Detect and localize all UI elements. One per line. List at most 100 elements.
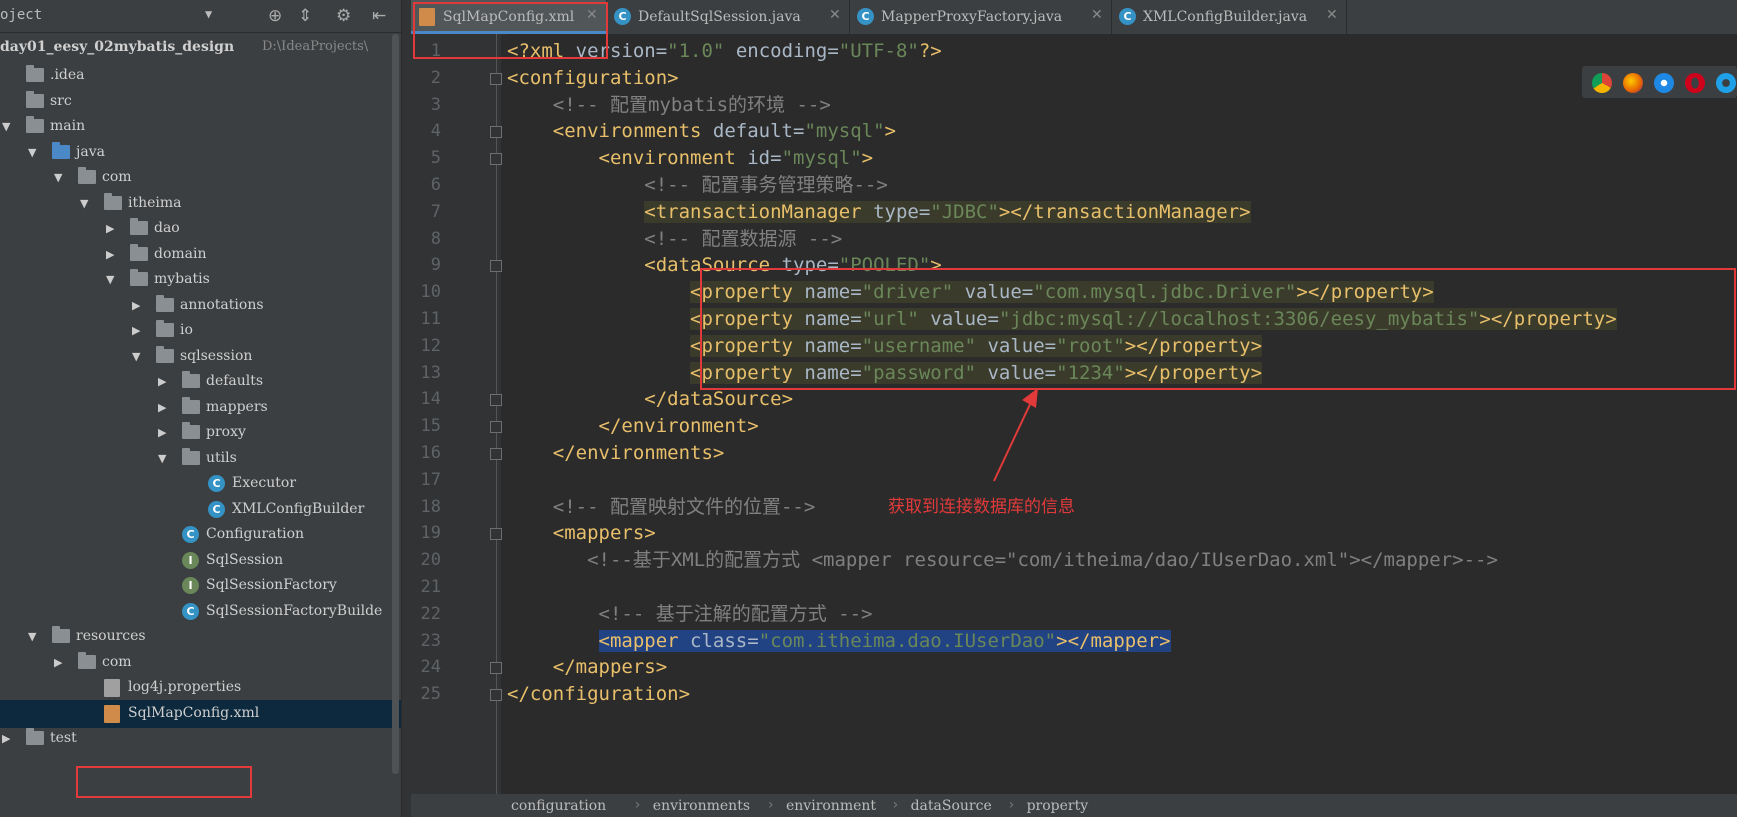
tree-item[interactable]: SqlMapConfig.xml <box>0 699 401 728</box>
tree-item[interactable]: ▶ defaults <box>0 368 401 396</box>
code-line[interactable]: <mappers> <box>507 520 656 547</box>
expanded-arrow-icon[interactable]: ▼ <box>54 171 62 184</box>
collapsed-arrow-icon[interactable]: ▶ <box>106 222 114 235</box>
code-line[interactable]: <configuration> <box>507 65 679 92</box>
tree-item[interactable]: ▼ java <box>0 139 401 167</box>
tree-item[interactable]: C Executor <box>0 470 401 498</box>
fold-marker-icon[interactable] <box>490 72 502 85</box>
tree-item[interactable]: ▼ mybatis <box>0 266 401 294</box>
tree-item-label: sqlsession <box>180 347 253 364</box>
tree-item[interactable]: C XMLConfigBuilder <box>0 496 401 524</box>
fold-marker-icon[interactable] <box>490 394 502 407</box>
project-root[interactable]: day01_eesy_02mybatis_design D:\IdeaProje… <box>0 34 401 62</box>
tree-item[interactable]: ▶ test <box>0 725 401 753</box>
expanded-arrow-icon[interactable]: ▼ <box>132 350 140 363</box>
code-line[interactable]: <!-- 配置映射文件的位置--> <box>507 494 816 521</box>
tree-item[interactable]: ▼ com <box>0 164 401 192</box>
expanded-arrow-icon[interactable]: ▼ <box>28 630 36 643</box>
code-line[interactable]: <!--基于XML的配置方式 <mapper resource="com/ith… <box>507 547 1498 574</box>
code-line[interactable]: </environment> <box>507 413 759 440</box>
code-line[interactable]: </dataSource> <box>507 386 793 413</box>
collapsed-arrow-icon[interactable]: ▶ <box>132 299 140 312</box>
code-editor[interactable]: <?xml version="1.0" encoding="UTF-8"?> <c… <box>507 34 1737 794</box>
tree-item[interactable]: ▶ dao <box>0 215 401 243</box>
tree-item-label: com <box>102 169 132 185</box>
expanded-arrow-icon[interactable]: ▼ <box>2 120 10 133</box>
code-line[interactable]: <!-- 配置mybatis的环境 --> <box>507 92 831 119</box>
tree-item[interactable]: C Configuration <box>0 521 401 549</box>
code-line[interactable]: <environment id="mysql"> <box>507 145 874 172</box>
code-line[interactable]: </mappers> <box>507 654 667 681</box>
code-line[interactable]: <transactionManager type="JDBC"></transa… <box>507 199 1251 226</box>
collapse-icon[interactable]: ⇕ <box>298 6 312 26</box>
tree-item[interactable]: ▶ io <box>0 317 401 345</box>
fold-marker-icon[interactable] <box>490 153 502 166</box>
gear-icon[interactable]: ⚙ <box>336 6 351 26</box>
expanded-arrow-icon[interactable]: ▼ <box>106 273 114 286</box>
sidebar-scrollbar[interactable] <box>392 34 399 774</box>
tree-item[interactable]: ▶ proxy <box>0 419 401 447</box>
folder-icon <box>26 116 44 133</box>
close-icon[interactable]: ✕ <box>1091 7 1103 23</box>
code-line[interactable]: </environments> <box>507 440 725 467</box>
tree-item[interactable]: I SqlSessionFactory <box>0 572 401 600</box>
code-line[interactable]: <!-- 基于注解的配置方式 --> <box>507 601 873 628</box>
tree-item[interactable]: .idea <box>0 62 401 90</box>
chrome-icon[interactable] <box>1592 73 1612 93</box>
tree-item[interactable]: I SqlSession <box>0 547 401 575</box>
breadcrumb-item[interactable]: dataSource <box>911 798 992 814</box>
firefox-icon[interactable] <box>1623 73 1643 93</box>
fold-marker-icon[interactable] <box>490 662 502 675</box>
code-line[interactable]: <mapper class="com.itheima.dao.IUserDao"… <box>507 628 1171 655</box>
safari-icon[interactable] <box>1654 73 1674 93</box>
editor-tab[interactable]: C DefaultSqlSession.java ✕ <box>606 0 850 34</box>
fold-marker-icon[interactable] <box>490 448 502 460</box>
editor-tab[interactable]: C XMLConfigBuilder.java ✕ <box>1111 0 1347 34</box>
editor-tab[interactable]: C MapperProxyFactory.java ✕ <box>849 0 1112 34</box>
ie-icon[interactable] <box>1716 73 1736 93</box>
collapsed-arrow-icon[interactable]: ▶ <box>2 732 10 745</box>
tree-item[interactable]: ▶ mappers <box>0 394 401 422</box>
fold-marker-icon[interactable] <box>490 260 502 273</box>
tree-item[interactable]: C SqlSessionFactoryBuilde <box>0 598 401 626</box>
tree-item[interactable]: ▼ sqlsession <box>0 343 401 371</box>
project-view-label[interactable]: oject <box>0 7 42 23</box>
tree-item[interactable]: ▼ main <box>0 113 401 141</box>
fold-marker-icon[interactable] <box>490 126 502 139</box>
collapsed-arrow-icon[interactable]: ▶ <box>106 248 114 261</box>
breadcrumb-item[interactable]: environment <box>786 798 876 814</box>
tree-item[interactable]: src <box>0 88 401 116</box>
tree-item[interactable]: ▶ annotations <box>0 292 401 320</box>
code-line[interactable]: <environments default="mysql"> <box>507 118 896 145</box>
tree-item[interactable]: ▶ com <box>0 649 401 677</box>
collapsed-arrow-icon[interactable]: ▶ <box>158 426 166 439</box>
collapsed-arrow-icon[interactable]: ▶ <box>54 656 62 669</box>
expanded-arrow-icon[interactable]: ▼ <box>158 452 166 465</box>
code-line[interactable]: <!-- 配置数据源 --> <box>507 226 842 253</box>
fold-marker-icon[interactable] <box>490 528 502 541</box>
opera-icon[interactable] <box>1685 73 1705 93</box>
tree-item[interactable]: ▶ domain <box>0 241 401 269</box>
close-icon[interactable]: ✕ <box>829 7 841 23</box>
fold-marker-icon[interactable] <box>490 421 502 434</box>
collapsed-arrow-icon[interactable]: ▶ <box>158 375 166 388</box>
code-line[interactable]: </configuration> <box>507 681 690 708</box>
breadcrumb-item[interactable]: environments <box>653 798 750 814</box>
expanded-arrow-icon[interactable]: ▼ <box>80 197 88 210</box>
hide-icon[interactable]: ⇤ <box>372 6 386 26</box>
tree-item[interactable]: log4j.properties <box>0 674 401 702</box>
code-line[interactable]: <!-- 配置事务管理策略--> <box>507 172 888 199</box>
chevron-down-icon[interactable]: ▼ <box>205 7 212 21</box>
target-icon[interactable]: ⊕ <box>268 6 282 26</box>
breadcrumb-item[interactable]: configuration <box>511 798 606 814</box>
collapsed-arrow-icon[interactable]: ▶ <box>132 324 140 337</box>
fold-marker-icon[interactable] <box>490 689 502 702</box>
close-icon[interactable]: ✕ <box>1326 7 1338 23</box>
tree-item[interactable]: ▼ itheima <box>0 190 401 218</box>
expanded-arrow-icon[interactable]: ▼ <box>28 146 36 159</box>
collapsed-arrow-icon[interactable]: ▶ <box>158 401 166 414</box>
tree-item[interactable]: ▼ resources <box>0 623 401 651</box>
folder-icon <box>26 728 44 745</box>
breadcrumb-item[interactable]: property <box>1027 798 1089 814</box>
tree-item[interactable]: ▼ utils <box>0 445 401 473</box>
